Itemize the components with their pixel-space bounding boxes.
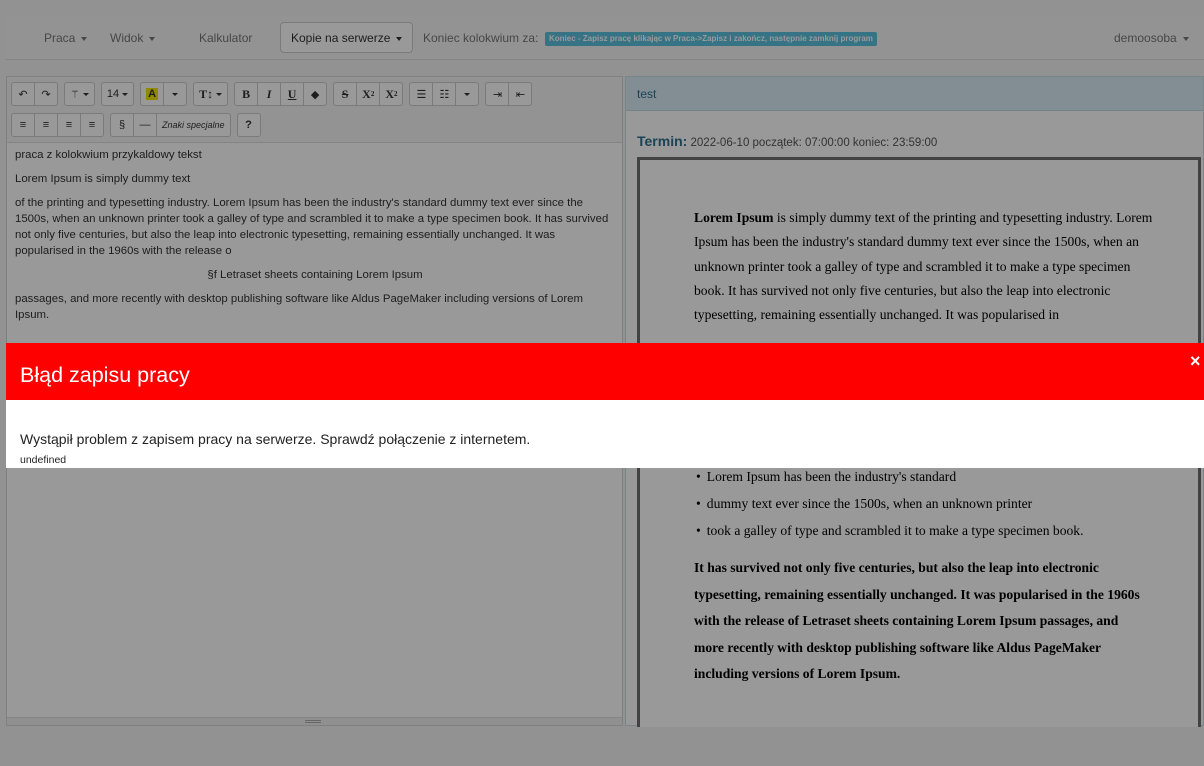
error-modal: Błąd zapisu pracy × Wystąpił problem z z… xyxy=(6,343,1204,468)
modal-message: Wystąpił problem z zapisem pracy na serw… xyxy=(20,431,531,447)
modal-title: Błąd zapisu pracy xyxy=(20,363,190,387)
app-window: Praca Widok Kalkulator Kopie na serwerze… xyxy=(0,0,1204,766)
close-icon[interactable]: × xyxy=(1190,352,1201,370)
modal-detail: undefined xyxy=(20,454,67,466)
modal-header: Błąd zapisu pracy × xyxy=(6,343,1204,400)
